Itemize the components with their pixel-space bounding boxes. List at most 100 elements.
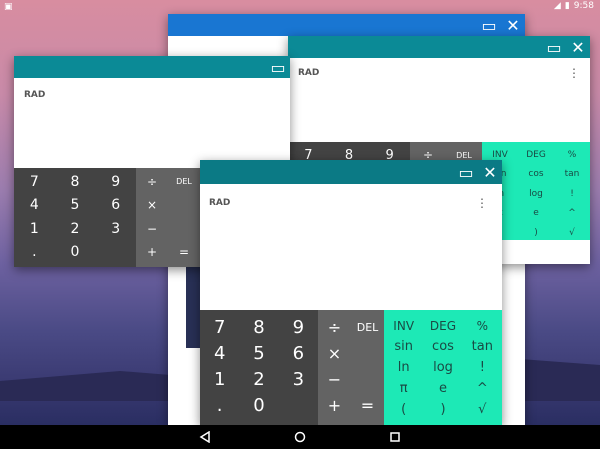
key-log[interactable]: log bbox=[423, 357, 462, 378]
key-plus[interactable]: + bbox=[136, 241, 168, 265]
key-cos[interactable]: cos bbox=[518, 165, 554, 185]
key-multiply[interactable]: × bbox=[318, 340, 351, 366]
key-empty bbox=[168, 194, 200, 218]
calculator-titlebar[interactable]: ▭ bbox=[14, 56, 290, 78]
key-8[interactable]: 8 bbox=[239, 314, 278, 340]
key-del[interactable]: DEL bbox=[168, 170, 200, 194]
key-inv[interactable]: INV bbox=[384, 315, 423, 336]
key-e[interactable]: e bbox=[423, 378, 462, 399]
key-sqrt[interactable]: √ bbox=[463, 399, 502, 420]
key-6[interactable]: 6 bbox=[95, 194, 136, 218]
key-close-paren[interactable]: ) bbox=[518, 223, 554, 243]
key-9[interactable]: 9 bbox=[95, 170, 136, 194]
key-power[interactable]: ^ bbox=[554, 204, 590, 224]
key-cos[interactable]: cos bbox=[423, 336, 462, 357]
key-plus[interactable]: + bbox=[318, 392, 351, 418]
calculator-titlebar[interactable]: ▭ ✕ bbox=[288, 36, 590, 58]
close-icon[interactable]: ✕ bbox=[501, 14, 525, 36]
key-empty bbox=[95, 241, 136, 265]
status-bar: ▣ ◢ ▮ 9:58 bbox=[0, 0, 600, 14]
key-0[interactable]: 0 bbox=[239, 392, 278, 418]
key-4[interactable]: 4 bbox=[200, 340, 239, 366]
key-decimal[interactable]: . bbox=[200, 392, 239, 418]
key-9[interactable]: 9 bbox=[279, 314, 318, 340]
calculator-display: RAD bbox=[14, 78, 290, 168]
key-empty bbox=[351, 340, 384, 366]
digit-pad: 7 8 9 4 5 6 1 2 3 . 0 bbox=[200, 310, 318, 425]
battery-icon: ▮ bbox=[564, 1, 570, 11]
navigation-bar bbox=[0, 425, 600, 449]
window-blue-titlebar[interactable]: ▭ ✕ bbox=[168, 14, 525, 36]
key-3[interactable]: 3 bbox=[95, 217, 136, 241]
key-e[interactable]: e bbox=[518, 204, 554, 224]
key-sqrt[interactable]: √ bbox=[554, 223, 590, 243]
key-empty bbox=[168, 217, 200, 241]
back-icon[interactable] bbox=[190, 425, 220, 449]
key-divide[interactable]: ÷ bbox=[318, 314, 351, 340]
key-log[interactable]: log bbox=[518, 184, 554, 204]
operator-pad: ÷ DEL × − + = bbox=[318, 310, 384, 425]
key-0[interactable]: 0 bbox=[55, 241, 96, 265]
rad-indicator: RAD bbox=[298, 68, 320, 78]
key-5[interactable]: 5 bbox=[239, 340, 278, 366]
calculator-display: RAD ⋮ bbox=[288, 58, 590, 142]
calculator-display: RAD ⋮ bbox=[200, 184, 502, 310]
key-2[interactable]: 2 bbox=[239, 366, 278, 392]
minimize-icon[interactable]: ▭ bbox=[266, 56, 290, 78]
minimize-icon[interactable]: ▭ bbox=[542, 36, 566, 58]
digit-pad: 7 8 9 4 5 6 1 2 3 . 0 bbox=[14, 168, 136, 267]
key-1[interactable]: 1 bbox=[14, 217, 55, 241]
recents-icon[interactable] bbox=[380, 425, 410, 449]
key-ln[interactable]: ln bbox=[384, 357, 423, 378]
key-1[interactable]: 1 bbox=[200, 366, 239, 392]
key-sin[interactable]: sin bbox=[384, 336, 423, 357]
key-empty bbox=[351, 366, 384, 392]
key-tan[interactable]: tan bbox=[554, 165, 590, 185]
key-percent[interactable]: % bbox=[463, 315, 502, 336]
key-tan[interactable]: tan bbox=[463, 336, 502, 357]
calculator-titlebar[interactable]: ▭ ✕ bbox=[200, 160, 502, 184]
key-7[interactable]: 7 bbox=[200, 314, 239, 340]
key-8[interactable]: 8 bbox=[55, 170, 96, 194]
rad-indicator: RAD bbox=[24, 90, 46, 100]
key-deg[interactable]: DEG bbox=[423, 315, 462, 336]
notification-icon: ▣ bbox=[4, 2, 13, 12]
key-minus[interactable]: − bbox=[136, 217, 168, 241]
close-icon[interactable]: ✕ bbox=[566, 36, 590, 58]
key-empty bbox=[279, 392, 318, 418]
key-multiply[interactable]: × bbox=[136, 194, 168, 218]
key-factorial[interactable]: ! bbox=[463, 357, 502, 378]
signal-icon: ◢ bbox=[553, 1, 561, 11]
rad-indicator: RAD bbox=[209, 198, 231, 208]
key-minus[interactable]: − bbox=[318, 366, 351, 392]
key-power[interactable]: ^ bbox=[463, 378, 502, 399]
key-6[interactable]: 6 bbox=[279, 340, 318, 366]
key-deg[interactable]: DEG bbox=[518, 145, 554, 165]
key-3[interactable]: 3 bbox=[279, 366, 318, 392]
close-icon[interactable]: ✕ bbox=[478, 160, 502, 184]
key-del[interactable]: DEL bbox=[351, 314, 384, 340]
key-factorial[interactable]: ! bbox=[554, 184, 590, 204]
key-close-paren[interactable]: ) bbox=[423, 399, 462, 420]
key-7[interactable]: 7 bbox=[14, 170, 55, 194]
key-equals[interactable]: = bbox=[168, 241, 200, 265]
scientific-pad: INV DEG % sin cos tan ln log ! π e ^ ( )… bbox=[384, 310, 502, 425]
key-4[interactable]: 4 bbox=[14, 194, 55, 218]
overflow-menu-icon[interactable]: ⋮ bbox=[568, 66, 580, 80]
key-percent[interactable]: % bbox=[554, 145, 590, 165]
key-5[interactable]: 5 bbox=[55, 194, 96, 218]
key-equals[interactable]: = bbox=[351, 392, 384, 418]
clock: 9:58 bbox=[573, 1, 594, 11]
operator-pad: ÷ DEL × − + = bbox=[136, 168, 200, 267]
overflow-menu-icon[interactable]: ⋮ bbox=[476, 196, 488, 210]
search-bar[interactable] bbox=[178, 42, 288, 57]
calculator-window-front[interactable]: ▭ ✕ RAD ⋮ 7 8 9 4 5 6 1 2 3 . 0 ÷ DEL × … bbox=[200, 160, 502, 425]
key-pi[interactable]: π bbox=[384, 378, 423, 399]
key-open-paren[interactable]: ( bbox=[384, 399, 423, 420]
minimize-icon[interactable]: ▭ bbox=[454, 160, 478, 184]
key-decimal[interactable]: . bbox=[14, 241, 55, 265]
key-2[interactable]: 2 bbox=[55, 217, 96, 241]
minimize-icon[interactable]: ▭ bbox=[477, 14, 501, 36]
key-divide[interactable]: ÷ bbox=[136, 170, 168, 194]
home-icon[interactable] bbox=[285, 425, 315, 449]
